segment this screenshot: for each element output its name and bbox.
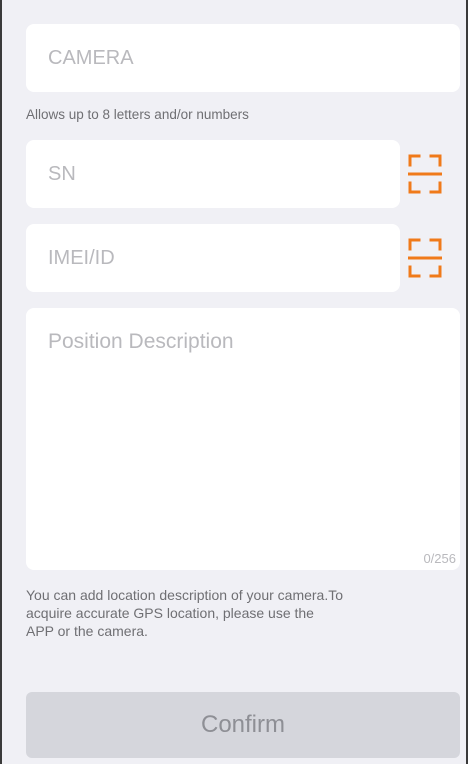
position-hint: You can add location description of your… <box>26 586 446 640</box>
sn-placeholder: SN <box>48 163 76 185</box>
camera-name-field[interactable]: CAMERA <box>26 24 460 92</box>
position-hint-line-3: APP or the camera. <box>26 623 148 639</box>
sn-scan-icon[interactable] <box>406 154 444 194</box>
imei-scan-icon[interactable] <box>406 238 444 278</box>
sn-field[interactable]: SN <box>26 140 400 208</box>
imei-placeholder: IMEI/ID <box>48 247 115 269</box>
confirm-button[interactable]: Confirm <box>26 692 460 758</box>
imei-field[interactable]: IMEI/ID <box>26 224 400 292</box>
character-counter: 0/256 <box>423 551 456 566</box>
position-description-textarea[interactable]: Position Description 0/256 <box>26 308 460 570</box>
position-hint-line-2: acquire accurate GPS location, please us… <box>26 605 314 621</box>
device-frame: CAMERA Allows up to 8 letters and/or num… <box>0 0 468 764</box>
camera-name-placeholder: CAMERA <box>48 47 134 69</box>
position-description-placeholder: Position Description <box>48 330 234 353</box>
position-hint-line-1: You can add location description of your… <box>26 587 344 603</box>
camera-name-hint: Allows up to 8 letters and/or numbers <box>26 107 249 122</box>
